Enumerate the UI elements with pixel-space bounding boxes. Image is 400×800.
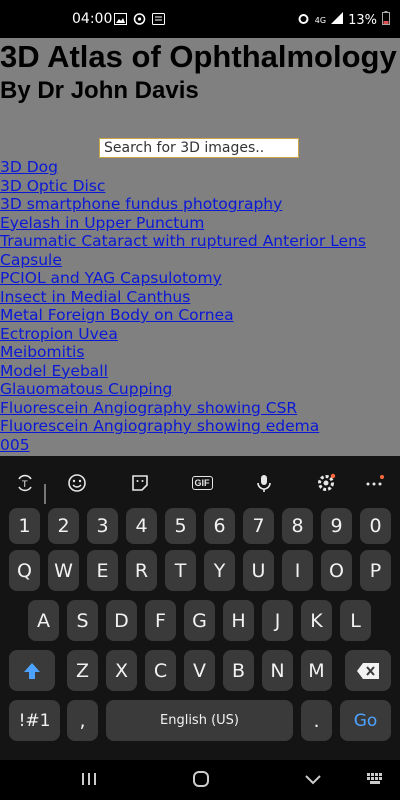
key-0[interactable]: 0 (360, 508, 391, 544)
space-key[interactable]: English (US) (106, 700, 293, 741)
key-e[interactable]: E (87, 550, 118, 591)
key-4[interactable]: 4 (126, 508, 157, 544)
key-c[interactable]: C (145, 650, 176, 691)
key-y[interactable]: Y (204, 550, 235, 591)
key-n[interactable]: N (262, 650, 293, 691)
keyboard-switch-icon[interactable] (366, 772, 384, 791)
link-traumatic-cataract-cont[interactable]: Capsule (0, 251, 366, 270)
battery-percent: 13% (348, 12, 377, 28)
link-metal-foreign-body[interactable]: Metal Foreign Body on Cornea (0, 306, 366, 325)
sticker-icon[interactable] (125, 468, 155, 498)
key-p[interactable]: P (360, 550, 391, 591)
recent-apps-icon[interactable] (80, 771, 98, 792)
key-7[interactable]: 7 (243, 508, 274, 544)
key-r[interactable]: R (126, 550, 157, 591)
link-eyelash-punctum[interactable]: Eyelash in Upper Punctum (0, 214, 366, 233)
key-o[interactable]: O (321, 550, 352, 591)
link-fa-csr[interactable]: Fluorescein Angiography showing CSR (0, 399, 366, 418)
link-glaucomatous-cupping[interactable]: Glauomatous Cupping (0, 380, 366, 399)
microphone-icon[interactable] (249, 468, 279, 498)
message-icon (152, 12, 165, 25)
key-9[interactable]: 9 (321, 508, 352, 544)
key-w[interactable]: W (48, 550, 79, 591)
signal-icon (331, 12, 344, 28)
key-s[interactable]: S (67, 600, 98, 641)
comma-key[interactable]: , (67, 700, 98, 741)
period-key[interactable]: . (301, 700, 332, 741)
backspace-key[interactable] (345, 650, 391, 691)
key-3[interactable]: 3 (87, 508, 118, 544)
link-meibomitis[interactable]: Meibomitis (0, 343, 366, 362)
page-title: 3D Atlas of Ophthalmology (0, 39, 397, 74)
link-fundus-photography[interactable]: 3D smartphone fundus photography (0, 195, 366, 214)
link-3d-optic-disc[interactable]: 3D Optic Disc (0, 177, 366, 196)
backspace-icon (357, 662, 379, 679)
text-mode-icon[interactable]: T (10, 468, 40, 498)
key-l[interactable]: L (340, 600, 371, 641)
battery-icon (382, 11, 390, 29)
link-ectropion-uvea[interactable]: Ectropion Uvea (0, 325, 366, 344)
key-i[interactable]: I (282, 550, 313, 591)
navigation-bar (0, 760, 400, 800)
shift-arrow-icon (24, 662, 40, 679)
sync-icon (133, 12, 146, 25)
key-g[interactable]: G (184, 600, 215, 641)
more-options-icon[interactable] (359, 468, 389, 498)
status-bar: 04:00 4G 13% (0, 0, 400, 38)
gif-label: GIF (191, 476, 213, 490)
key-h[interactable]: H (223, 600, 254, 641)
gallery-icon (114, 12, 127, 25)
key-1[interactable]: 1 (9, 508, 40, 544)
key-b[interactable]: B (223, 650, 254, 691)
key-v[interactable]: V (184, 650, 215, 691)
on-screen-keyboard: T GIF 1 2 3 4 5 6 7 8 9 0 Q W E R T Y U … (0, 456, 400, 800)
status-right: 4G 13% (297, 11, 390, 29)
key-x[interactable]: X (106, 650, 137, 691)
emoji-icon[interactable] (62, 468, 92, 498)
keyboard-toolbar: T GIF (0, 468, 400, 504)
key-f[interactable]: F (145, 600, 176, 641)
search-input[interactable] (99, 138, 299, 158)
toolbar-divider (44, 484, 46, 504)
network-type: 4G (314, 15, 327, 25)
key-t[interactable]: T (165, 550, 196, 591)
page-subtitle: By Dr John Davis (0, 77, 199, 104)
status-time: 04:00 (72, 11, 113, 27)
link-pciol-yag[interactable]: PCIOL and YAG Capsulotomy (0, 269, 366, 288)
alarm-icon (297, 12, 310, 29)
go-key[interactable]: Go (340, 700, 391, 741)
gif-button[interactable]: GIF (187, 468, 217, 498)
home-icon[interactable] (192, 770, 210, 793)
key-j[interactable]: J (262, 600, 293, 641)
key-5[interactable]: 5 (165, 508, 196, 544)
link-model-eyeball[interactable]: Model Eyeball (0, 362, 366, 381)
key-k[interactable]: K (301, 600, 332, 641)
symbols-key[interactable]: !#1 (9, 700, 60, 741)
key-u[interactable]: U (243, 550, 274, 591)
hide-keyboard-icon[interactable] (304, 773, 322, 791)
link-insect-canthus[interactable]: Insect in Medial Canthus (0, 288, 366, 307)
image-link-list: 3D Dog 3D Optic Disc 3D smartphone fundu… (0, 158, 366, 454)
link-traumatic-cataract[interactable]: Traumatic Cataract with ruptured Anterio… (0, 232, 366, 251)
key-6[interactable]: 6 (204, 508, 235, 544)
web-page: 3D Atlas of Ophthalmology By Dr John Dav… (0, 38, 400, 456)
key-d[interactable]: D (106, 600, 137, 641)
key-a[interactable]: A (28, 600, 59, 641)
svg-text:T: T (21, 480, 28, 490)
link-005[interactable]: 005 (0, 436, 366, 455)
key-m[interactable]: M (301, 650, 332, 691)
settings-icon[interactable] (311, 468, 341, 498)
key-8[interactable]: 8 (282, 508, 313, 544)
key-q[interactable]: Q (9, 550, 40, 591)
key-2[interactable]: 2 (48, 508, 79, 544)
key-z[interactable]: Z (67, 650, 98, 691)
link-fa-edema[interactable]: Fluorescein Angiography showing edema (0, 417, 366, 436)
shift-key[interactable] (9, 650, 55, 691)
link-3d-dog[interactable]: 3D Dog (0, 158, 366, 177)
